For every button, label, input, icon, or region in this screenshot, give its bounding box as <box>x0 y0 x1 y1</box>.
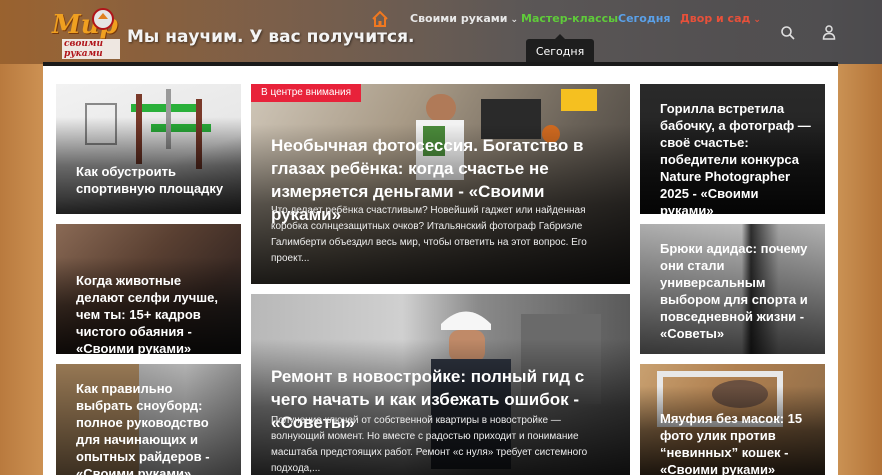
article-card[interactable]: Как правильно выбрать сноуборд: полное р… <box>56 364 241 475</box>
site-header: Мир своими руками Мы научим. У вас получ… <box>0 0 882 65</box>
article-excerpt: Что делает ребёнка счастливым? Новейший … <box>271 205 587 264</box>
home-icon[interactable] <box>371 10 389 28</box>
user-icon[interactable] <box>821 24 837 40</box>
nav-item-label: Сегодня <box>618 12 671 25</box>
article-card[interactable]: Когда животные делают селфи лучше, чем т… <box>56 224 241 354</box>
article-title: Когда животные делают селфи лучше, чем т… <box>76 273 218 354</box>
nav-item-svoimi-rukami[interactable]: Своими руками ⌄ <box>410 12 518 25</box>
chevron-down-icon: ⌄ <box>753 15 761 25</box>
site-logo[interactable]: Мир своими руками <box>48 8 120 59</box>
article-excerpt: Получение ключей от собственной квартиры… <box>271 415 588 474</box>
nav-item-label: Мастер-классы <box>521 12 619 25</box>
nav-item-label: Двор и сад <box>680 12 751 25</box>
logo-sub-text: своими руками <box>62 39 120 59</box>
nav-item-segodnya[interactable]: Сегодня <box>618 12 670 25</box>
article-title: Как правильно выбрать сноуборд: полное р… <box>76 381 210 475</box>
article-card[interactable]: Брюки адидас: почему они стали универсал… <box>640 224 825 354</box>
featured-badge: В центре внимания <box>251 84 362 102</box>
article-card[interactable]: Как обустроить спортивную площадку <box>56 84 241 214</box>
chevron-down-icon: ⌄ <box>510 15 519 25</box>
nav-item-dvor-i-sad[interactable]: Двор и сад ⌄ <box>680 12 761 25</box>
article-title: Мяуфия без масок: 15 фото улик против “н… <box>660 411 803 475</box>
nav-item-label: Своими руками <box>410 12 508 25</box>
article-title: Брюки адидас: почему они стали универсал… <box>660 241 808 341</box>
search-icon[interactable] <box>780 25 796 41</box>
logo-house-icon <box>92 8 114 30</box>
featured-article-card[interactable]: В центре внимания Необычная фотосессия. … <box>251 84 630 284</box>
nav-item-master-klassy[interactable]: Мастер-классы <box>521 12 618 25</box>
article-card[interactable]: Ремонт в новостройке: полный гид с чего … <box>251 294 630 475</box>
article-card[interactable]: Горилла встретила бабочку, а фотограф — … <box>640 84 825 214</box>
article-title: Горилла встретила бабочку, а фотограф — … <box>660 101 811 214</box>
article-card[interactable]: Мяуфия без масок: 15 фото улик против “н… <box>640 364 825 475</box>
article-title: Как обустроить спортивную площадку <box>76 164 224 196</box>
site-tagline: Мы научим. У вас получится. <box>127 27 415 47</box>
